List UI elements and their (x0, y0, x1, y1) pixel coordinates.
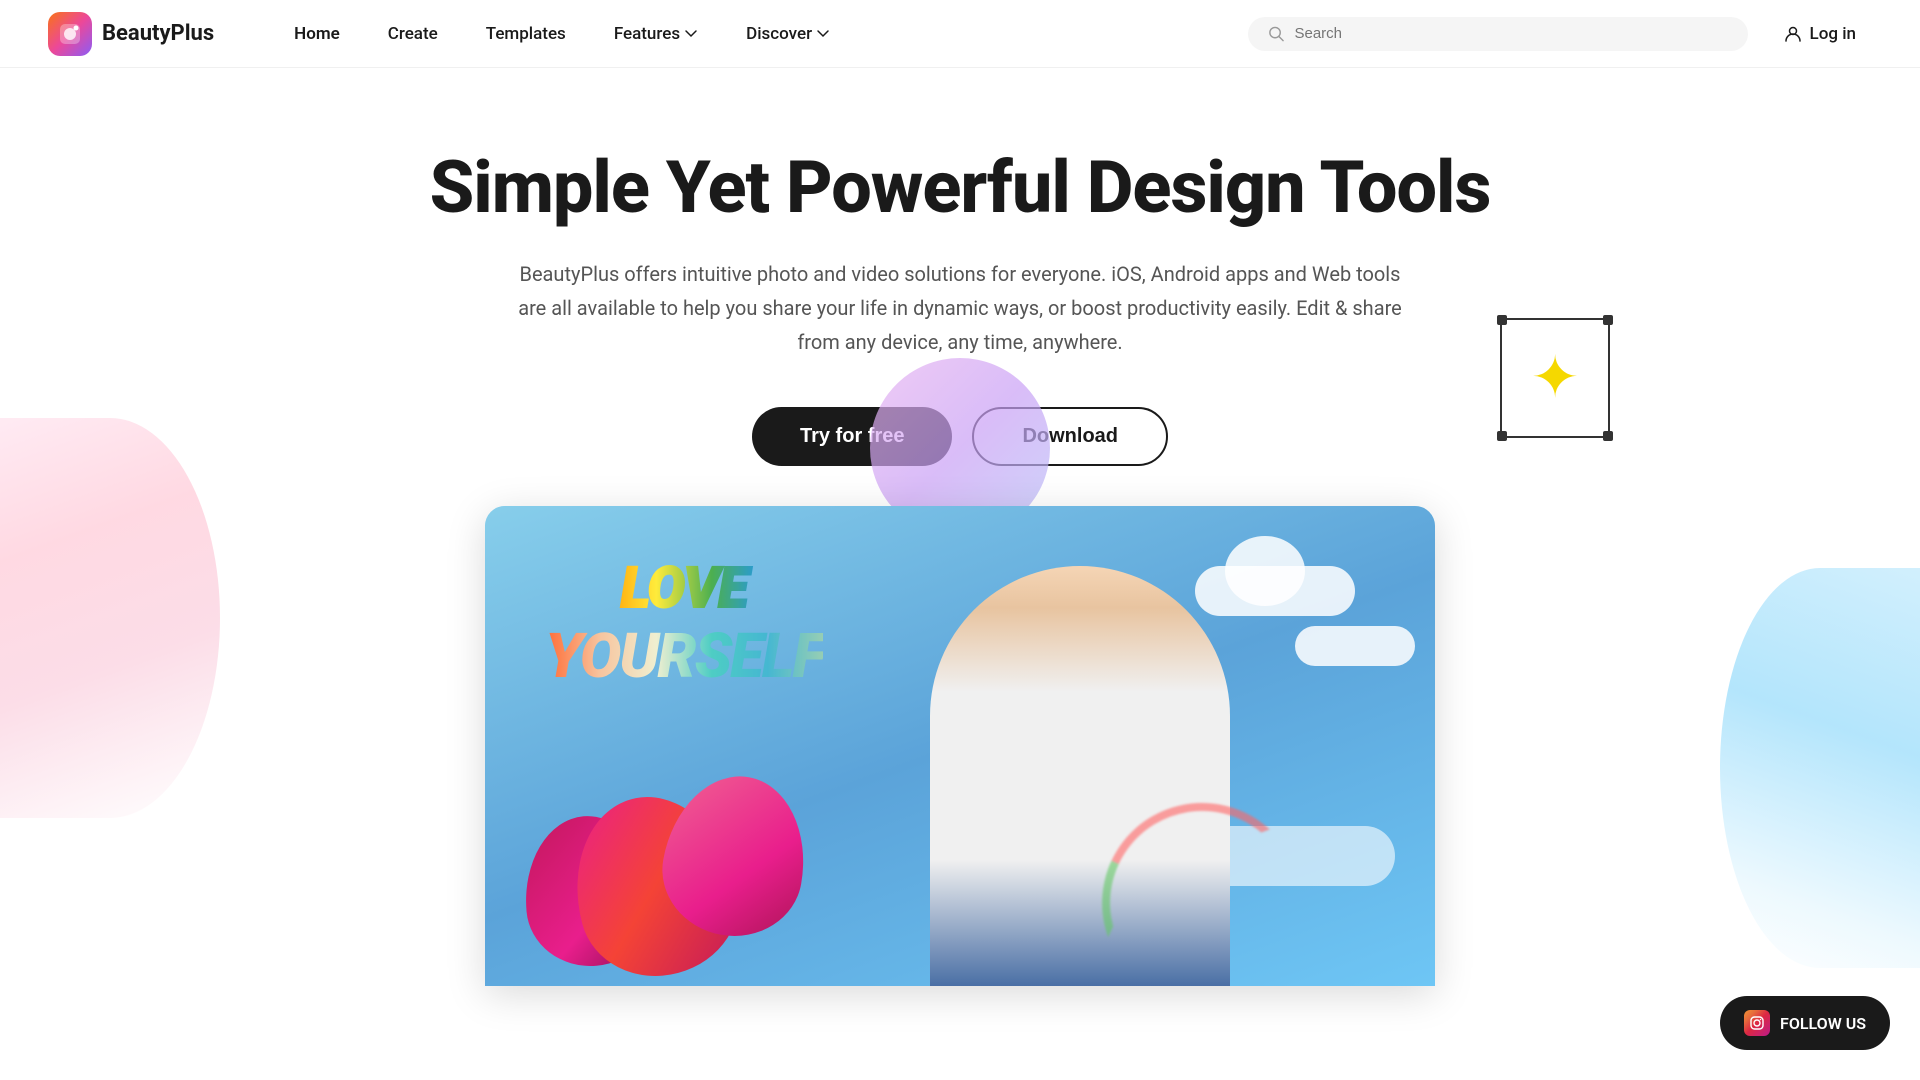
cloud-2 (1295, 626, 1415, 666)
search-input[interactable] (1294, 25, 1727, 42)
chevron-down-icon-2 (816, 27, 830, 41)
balloon-group (515, 606, 865, 986)
hero-img-bg: LOVE YOURSELF (485, 506, 1435, 986)
person-figure (930, 566, 1230, 986)
nav-link-discover[interactable]: Discover (726, 16, 850, 52)
hero-title: Simple Yet Powerful Design Tools (200, 148, 1720, 227)
right-decoration (1720, 568, 1920, 968)
nav-link-features[interactable]: Features (594, 16, 718, 52)
hero-subtitle: BeautyPlus offers intuitive photo and vi… (510, 257, 1410, 359)
nav-link-create[interactable]: Create (368, 16, 458, 52)
follow-us-label: FOLLOW US (1780, 1014, 1866, 1033)
login-button[interactable]: Log in (1768, 16, 1872, 52)
corner-dot-bl (1497, 431, 1507, 441)
chevron-down-icon (684, 27, 698, 41)
nav-link-templates[interactable]: Templates (466, 16, 586, 52)
cloud-1 (1195, 566, 1355, 616)
star-box: ✦ (1500, 318, 1610, 438)
follow-us-badge[interactable]: FOLLOW US (1720, 996, 1890, 1050)
star-decoration: ✦ (1500, 318, 1610, 438)
search-bar[interactable] (1248, 17, 1748, 51)
nav-link-home[interactable]: Home (274, 16, 360, 52)
hero-section: Simple Yet Powerful Design Tools BeautyP… (0, 68, 1920, 986)
instagram-icon (1744, 1010, 1770, 1036)
logo[interactable]: BeautyPlus (48, 12, 214, 56)
nav-links: Home Create Templates Features Discover (274, 16, 1227, 52)
corner-dot-tr (1603, 315, 1613, 325)
logo-text: BeautyPlus (102, 21, 214, 46)
search-icon (1268, 25, 1285, 43)
user-icon (1784, 25, 1802, 43)
login-label: Log in (1810, 24, 1856, 44)
logo-icon (48, 12, 92, 56)
star-icon: ✦ (1531, 349, 1580, 407)
navbar: BeautyPlus Home Create Templates Feature… (0, 0, 1920, 68)
left-decoration (0, 418, 220, 818)
hero-image: LOVE YOURSELF (485, 506, 1435, 986)
